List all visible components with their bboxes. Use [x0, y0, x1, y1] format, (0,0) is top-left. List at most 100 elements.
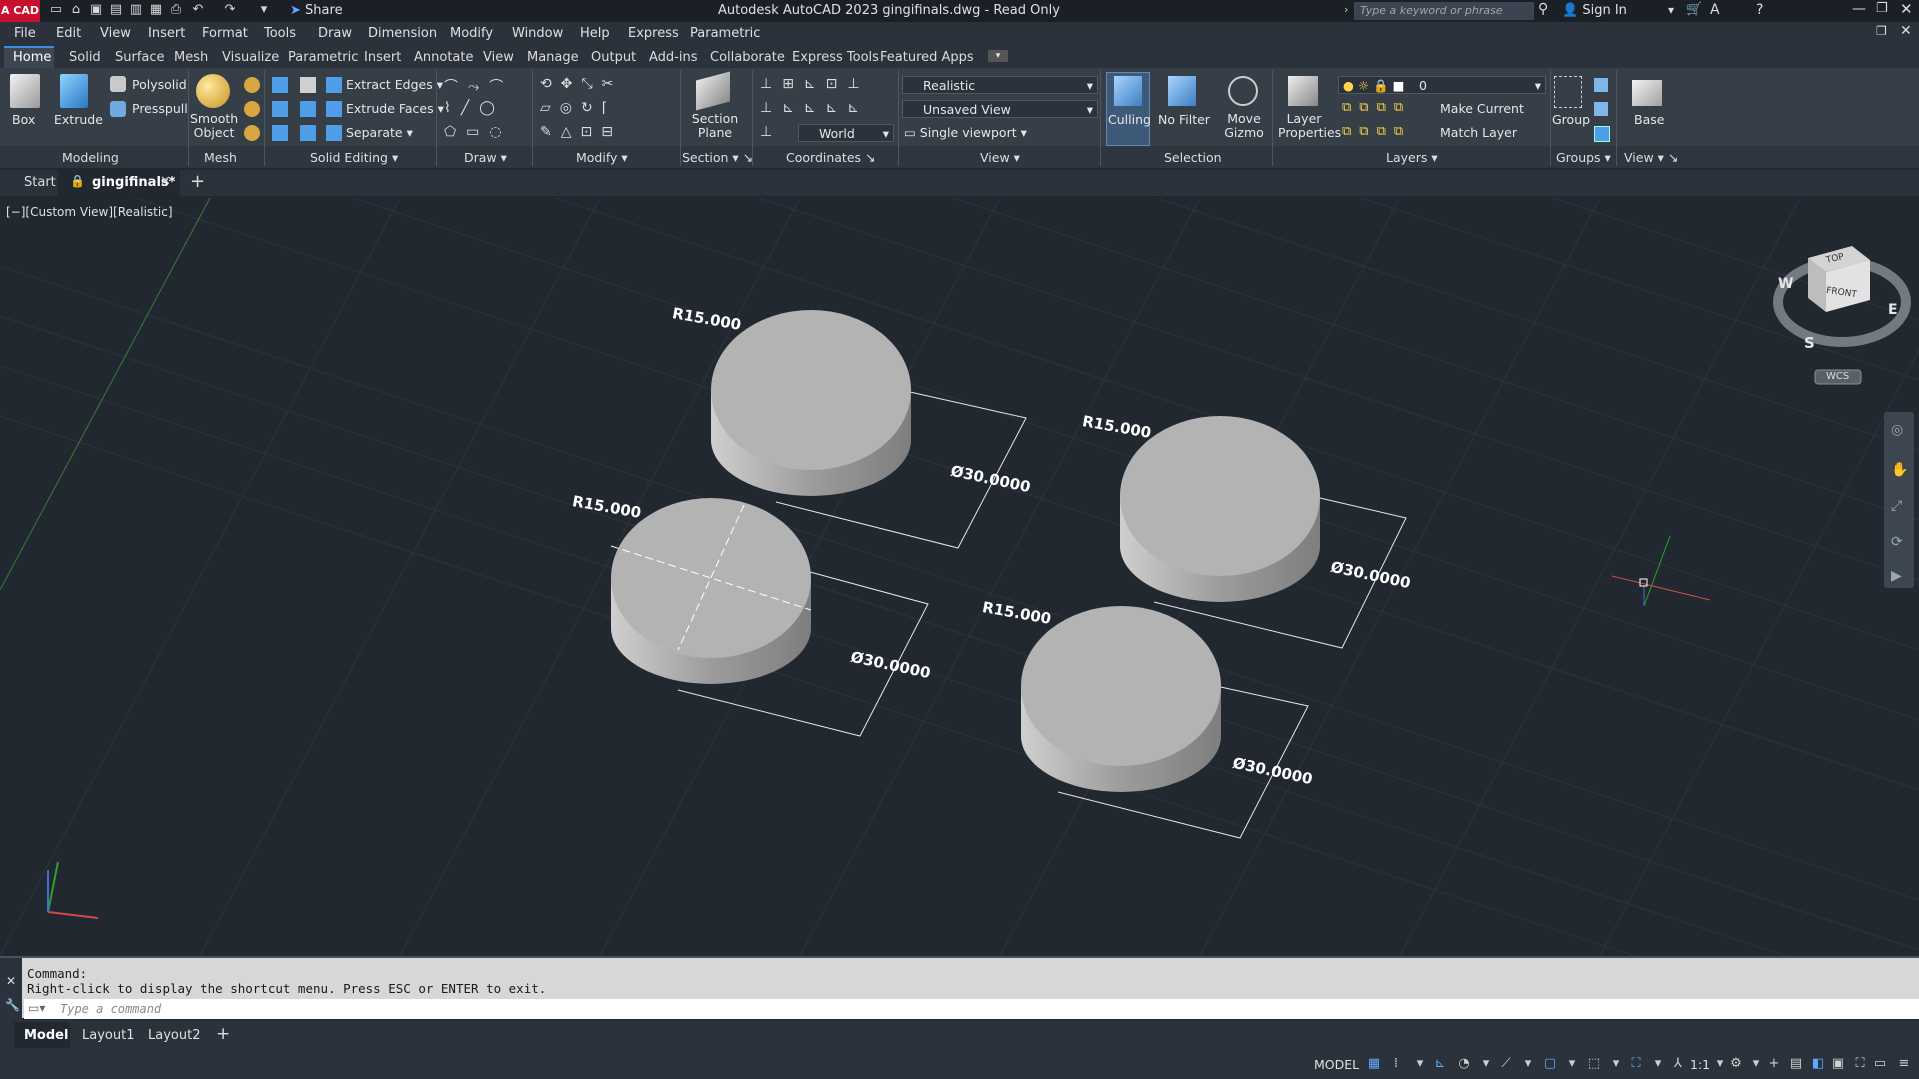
base-view-icon[interactable]	[1632, 80, 1662, 106]
tab-mesh[interactable]: Mesh	[174, 50, 208, 65]
mesh-crease-icon[interactable]	[244, 125, 260, 141]
save-icon[interactable]: ▣	[88, 2, 104, 18]
customize-icon[interactable]: 🔧	[5, 998, 20, 1012]
scale-dropdown-icon[interactable]: ▾	[1712, 1056, 1728, 1072]
tab-parametric[interactable]: Parametric	[288, 50, 358, 65]
layer-properties-icon[interactable]	[1288, 76, 1318, 106]
cylinder-4[interactable]	[1021, 606, 1221, 792]
command-prompt-icon[interactable]: ▭▾	[28, 1001, 45, 1015]
named-views-dropdown[interactable]: Unsaved View ▾	[902, 100, 1098, 118]
redo-icon[interactable]: ↷	[222, 2, 238, 18]
autodesk-account-icon[interactable]: A	[1710, 2, 1720, 18]
layer-properties-button[interactable]: Layer Properties	[1278, 112, 1341, 140]
isolate-objects-icon[interactable]: ◧	[1810, 1056, 1826, 1072]
box-button[interactable]: Box	[12, 112, 35, 127]
slice-icon[interactable]	[300, 101, 316, 117]
clean-screen-icon[interactable]: ⛶	[1852, 1056, 1868, 1072]
minimize-icon[interactable]: —	[1852, 1, 1866, 17]
model-space-toggle[interactable]: MODEL	[1314, 1057, 1359, 1072]
menu-help[interactable]: Help	[580, 26, 610, 41]
snap-dropdown-icon[interactable]: ▾	[1412, 1056, 1428, 1072]
tab-featured-apps[interactable]: Featured Apps	[880, 50, 974, 65]
presspull-icon[interactable]	[110, 101, 126, 117]
draw-tools-row2[interactable]: ⌇╱◯	[444, 100, 505, 116]
subtract-icon[interactable]	[272, 101, 288, 117]
groups-panel-label[interactable]: Groups ▾	[1556, 150, 1611, 165]
tab-annotate[interactable]: Annotate	[414, 50, 473, 65]
group-icon[interactable]	[1554, 76, 1582, 108]
annotation-scale[interactable]: 1:1	[1690, 1057, 1710, 1072]
expand-search-icon[interactable]: ›	[1344, 3, 1348, 16]
menu-dimension[interactable]: Dimension	[368, 26, 437, 41]
pan-icon[interactable]: ✋	[1891, 462, 1908, 478]
viewport-controls-label[interactable]: [−][Custom View][Realistic]	[6, 205, 173, 219]
menu-parametric[interactable]: Parametric	[690, 26, 760, 41]
app-logo[interactable]: A CAD	[0, 0, 40, 22]
cart-icon[interactable]: 🛒	[1686, 2, 1702, 17]
section-panel-label[interactable]: Section ▾ ↘	[682, 150, 753, 165]
modify-panel-label[interactable]: Modify ▾	[576, 150, 628, 165]
tab-view[interactable]: View	[483, 50, 514, 65]
modify-tools-row2[interactable]: ▱◎↻⌈	[540, 100, 616, 116]
wcs-menu[interactable]: WCS	[1826, 371, 1849, 382]
polar-icon[interactable]: ◔	[1456, 1056, 1472, 1072]
tab-home[interactable]: Home	[13, 50, 51, 65]
doc-restore-icon[interactable]: ❐	[1876, 24, 1887, 38]
grid-icon[interactable]: ▦	[1366, 1056, 1382, 1072]
cylinder-2[interactable]	[1120, 416, 1320, 602]
ribbon-options-icon[interactable]: ▾	[988, 50, 1008, 62]
units-icon[interactable]: ▤	[1788, 1056, 1804, 1072]
share-button[interactable]: ➤ Share	[290, 3, 343, 18]
compass-w-label[interactable]: W	[1778, 276, 1793, 292]
draw-tools-row1[interactable]: ⌒⤳⌒	[444, 76, 513, 96]
ortho-icon[interactable]: ⊾	[1432, 1056, 1448, 1072]
tab-surface[interactable]: Surface	[115, 50, 165, 65]
selection-panel-label[interactable]: Selection	[1164, 150, 1222, 165]
presspull-button[interactable]: Presspull	[132, 101, 188, 116]
menu-window[interactable]: Window	[512, 26, 563, 41]
extract-edges-button[interactable]: Extract Edges ▾	[346, 77, 443, 92]
snap-icon[interactable]: ⁞	[1388, 1056, 1404, 1072]
layer-tools-row2[interactable]: ⧉⧉⧉⧉	[1342, 124, 1411, 139]
no-filter-button[interactable]: No Filter	[1158, 112, 1210, 127]
cylinder-1[interactable]	[711, 310, 911, 496]
layout1-tab[interactable]: Layout1	[82, 1028, 134, 1043]
make-current-button[interactable]: Make Current	[1440, 101, 1524, 116]
close-command-icon[interactable]: ✕	[6, 974, 16, 988]
new-tab-icon[interactable]: +	[190, 171, 205, 192]
workspace-dropdown-icon[interactable]: ▾	[1748, 1056, 1764, 1072]
section-plane-button[interactable]: Section Plane	[690, 112, 740, 140]
add-layout-icon[interactable]: +	[216, 1024, 230, 1044]
object-snap-tracking-icon[interactable]: ▢	[1542, 1056, 1558, 1072]
selection-cycling-icon[interactable]: ⛶	[1628, 1056, 1644, 1072]
viewcube[interactable]	[1773, 246, 1911, 385]
modify-tools-row1[interactable]: ⟲✥⤡✂	[540, 76, 622, 92]
modify-tools-row3[interactable]: ✎△⊡⊟	[540, 124, 622, 140]
layout2-tab[interactable]: Layout2	[148, 1028, 200, 1043]
tab-express-tools[interactable]: Express Tools	[792, 50, 879, 65]
polysolid-icon[interactable]	[110, 76, 126, 92]
tab-collaborate[interactable]: Collaborate	[710, 50, 785, 65]
menu-edit[interactable]: Edit	[56, 26, 81, 41]
compass-e-label[interactable]: E	[1888, 302, 1898, 318]
coordinates-panel-label[interactable]: Coordinates ↘	[786, 150, 876, 165]
tab-visualize[interactable]: Visualize	[222, 50, 279, 65]
group-button[interactable]: Group	[1552, 112, 1590, 127]
annotation-scale-icon[interactable]: ⅄	[1670, 1056, 1686, 1072]
osnap-dropdown-icon[interactable]: ▾	[1564, 1056, 1580, 1072]
help-icon[interactable]: ?	[1756, 2, 1763, 18]
extract-edges-icon[interactable]	[326, 77, 342, 93]
add-icon[interactable]: +	[1766, 1056, 1782, 1072]
tab-output[interactable]: Output	[591, 50, 636, 65]
ucs-tools-row1[interactable]: ⊥⊞⊾⊡⊥	[760, 76, 870, 92]
doc-close-icon[interactable]: ✕	[1900, 23, 1912, 39]
separate-button[interactable]: Separate ▾	[346, 125, 413, 140]
extrude-icon[interactable]	[60, 74, 88, 108]
draw-tools-row3[interactable]: ⬠▭◌	[444, 124, 512, 140]
extrude-faces-icon[interactable]	[326, 101, 342, 117]
settings-icon[interactable]: ⚙	[1728, 1056, 1744, 1072]
tab-add-ins[interactable]: Add-ins	[649, 50, 697, 65]
sign-in-button[interactable]: 👤 Sign In	[1562, 3, 1627, 18]
lineweight-icon[interactable]: ⬚	[1586, 1056, 1602, 1072]
polysolid-button[interactable]: Polysolid	[132, 77, 187, 92]
